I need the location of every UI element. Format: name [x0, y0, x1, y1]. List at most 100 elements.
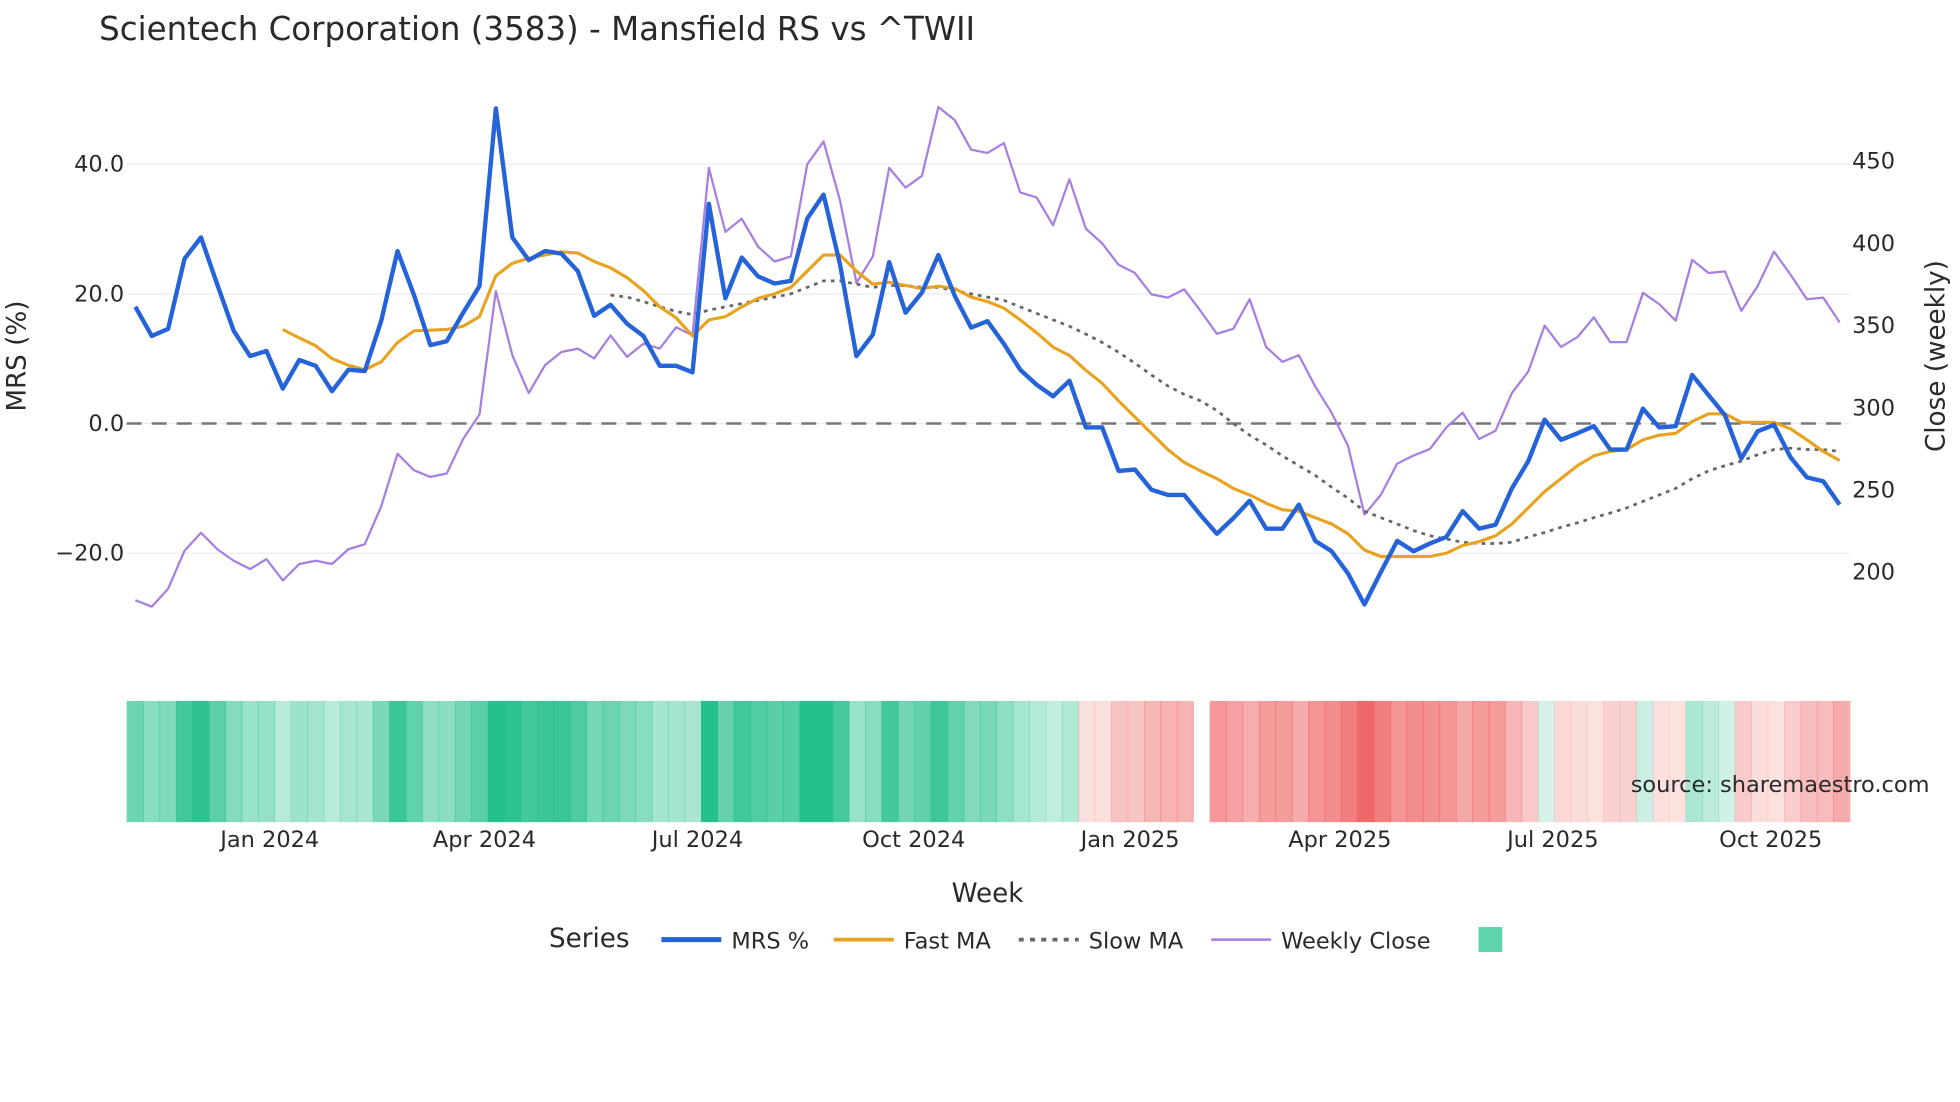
- heatmap-cell: [1751, 700, 1769, 823]
- heatmap-cell: [143, 700, 161, 823]
- heatmap-cell: [996, 700, 1014, 823]
- heatmap-cell: [750, 700, 768, 823]
- heatmap-cell: [1767, 700, 1785, 823]
- heatmap-cell: [274, 700, 292, 823]
- heatmap-cell: [865, 700, 883, 823]
- heatmap-cell: [1242, 700, 1260, 823]
- heatmap-cell: [914, 700, 932, 823]
- heatmap-cell: [438, 700, 456, 823]
- legend-item-weekly-close[interactable]: Weekly Close: [1211, 928, 1431, 954]
- y2-tick-label: 400: [1852, 231, 1895, 257]
- heatmap-cell: [257, 700, 276, 823]
- heatmap-cell: [1701, 700, 1720, 823]
- heatmap-cell: [1111, 700, 1129, 823]
- heatmap-cell: [1226, 700, 1244, 823]
- heatmap-cell: [1324, 700, 1342, 823]
- heatmap-cell: [799, 700, 817, 823]
- heatmap-cell: [323, 700, 341, 823]
- x-axis-ticks: Jan 2024 Apr 2024 Jul 2024 Oct 2024 Jan 2025…: [218, 827, 1822, 853]
- heatmap-cell: [1258, 700, 1277, 823]
- y2-tick-label: 300: [1852, 395, 1895, 421]
- legend-item-mrs[interactable]: MRS %: [661, 928, 809, 954]
- series-lines: [133, 105, 1842, 608]
- x-axis-label: Week: [952, 879, 1025, 909]
- y-axis-label: MRS (%): [2, 300, 32, 411]
- y2-tick-label: 250: [1852, 478, 1895, 504]
- heatmap-cell: [1783, 700, 1802, 823]
- heatmap-cell: [1209, 700, 1227, 823]
- heatmap-cell: [553, 700, 571, 823]
- heatmap-cell: [618, 700, 637, 823]
- slow-ma-line: [610, 279, 1840, 545]
- legend-item-slow-ma[interactable]: Slow MA: [1018, 928, 1184, 954]
- heatmap-cell: [175, 700, 194, 823]
- heatmap-cell: [1636, 700, 1654, 823]
- heatmap-cell: [1144, 700, 1162, 823]
- heatmap-cell: [1685, 700, 1703, 823]
- x-tick-label: Oct 2025: [1719, 827, 1822, 853]
- heatmap-cell: [586, 700, 604, 823]
- heatmap-cell: [1422, 700, 1441, 823]
- heatmap-cell: [1833, 700, 1851, 823]
- heatmap-cell: [897, 700, 916, 823]
- heatmap-cell: [979, 700, 998, 823]
- legend-label-weekly-close: Weekly Close: [1281, 928, 1430, 954]
- heatmap-cell: [1472, 700, 1490, 823]
- heatmap-cell: [635, 700, 653, 823]
- heatmap-cell: [700, 700, 719, 823]
- y-tick-label: 0.0: [88, 411, 124, 437]
- heatmap-cell: [1275, 700, 1293, 823]
- heatmap-cell: [832, 700, 850, 823]
- heatmap-cell: [1816, 700, 1834, 823]
- heatmap-cell: [766, 700, 784, 823]
- heatmap-cell: [504, 700, 522, 823]
- heatmap-cell: [290, 700, 308, 823]
- heatmap-cell: [848, 700, 866, 823]
- heatmap-cell: [881, 700, 899, 823]
- heatmap-cell: [930, 700, 948, 823]
- legend-label-slow-ma: Slow MA: [1089, 928, 1184, 954]
- heatmap-cell: [602, 700, 620, 823]
- heatmap-cell: [1176, 700, 1194, 823]
- heatmap-cell: [126, 700, 144, 823]
- heatmap-cell: [487, 700, 505, 823]
- legend-label-mrs: MRS %: [731, 928, 809, 954]
- heatmap-cell: [1012, 700, 1030, 823]
- heatmap-cell: [651, 700, 669, 823]
- heatmap-cell: [1357, 700, 1375, 823]
- source-annotation: source: sharemaestro.com: [1631, 772, 1930, 798]
- heatmap-cell: [1488, 700, 1506, 823]
- heatmap-cell: [1373, 700, 1391, 823]
- heatmap-cell: [684, 700, 702, 823]
- heatmap-cell: [1340, 700, 1359, 823]
- heatmap-cell: [569, 700, 587, 823]
- heatmap-cell: [1521, 700, 1539, 823]
- chart-title: Scientech Corporation (3583) - Mansfield…: [99, 10, 975, 48]
- legend-item-fast-ma[interactable]: Fast MA: [833, 928, 992, 954]
- heatmap-cell: [1127, 700, 1145, 823]
- heatmap-cell: [1718, 700, 1736, 823]
- heatmap-cell: [733, 700, 751, 823]
- heatmap-cell: [454, 700, 472, 823]
- heatmap-cell: [1390, 700, 1408, 823]
- x-tick-label: Jan 2024: [218, 827, 319, 853]
- heatmap-cell: [307, 700, 325, 823]
- heatmap-cell: [1603, 700, 1621, 823]
- y-tick-label: −20.0: [55, 541, 124, 567]
- heatmap-cell: [783, 700, 801, 823]
- y-tick-label: 20.0: [74, 281, 124, 307]
- y2-axis-label: Close (weekly): [1922, 260, 1952, 452]
- x-tick-label: Apr 2024: [433, 827, 536, 853]
- heatmap-cell: [536, 700, 555, 823]
- heatmap-cell: [356, 700, 374, 823]
- heatmap-cell: [405, 700, 423, 823]
- heatmap-cell: [1734, 700, 1752, 823]
- heatmap-cell: [192, 700, 210, 823]
- heatmap-cell: [1291, 700, 1309, 823]
- x-tick-label: Oct 2024: [862, 827, 965, 853]
- y2-tick-label: 350: [1852, 313, 1895, 339]
- legend-item-heatmap-swatch[interactable]: [1478, 927, 1503, 953]
- heatmap-cell: [1800, 700, 1818, 823]
- heatmap-cell: [225, 700, 243, 823]
- heatmap-cell: [1537, 700, 1555, 823]
